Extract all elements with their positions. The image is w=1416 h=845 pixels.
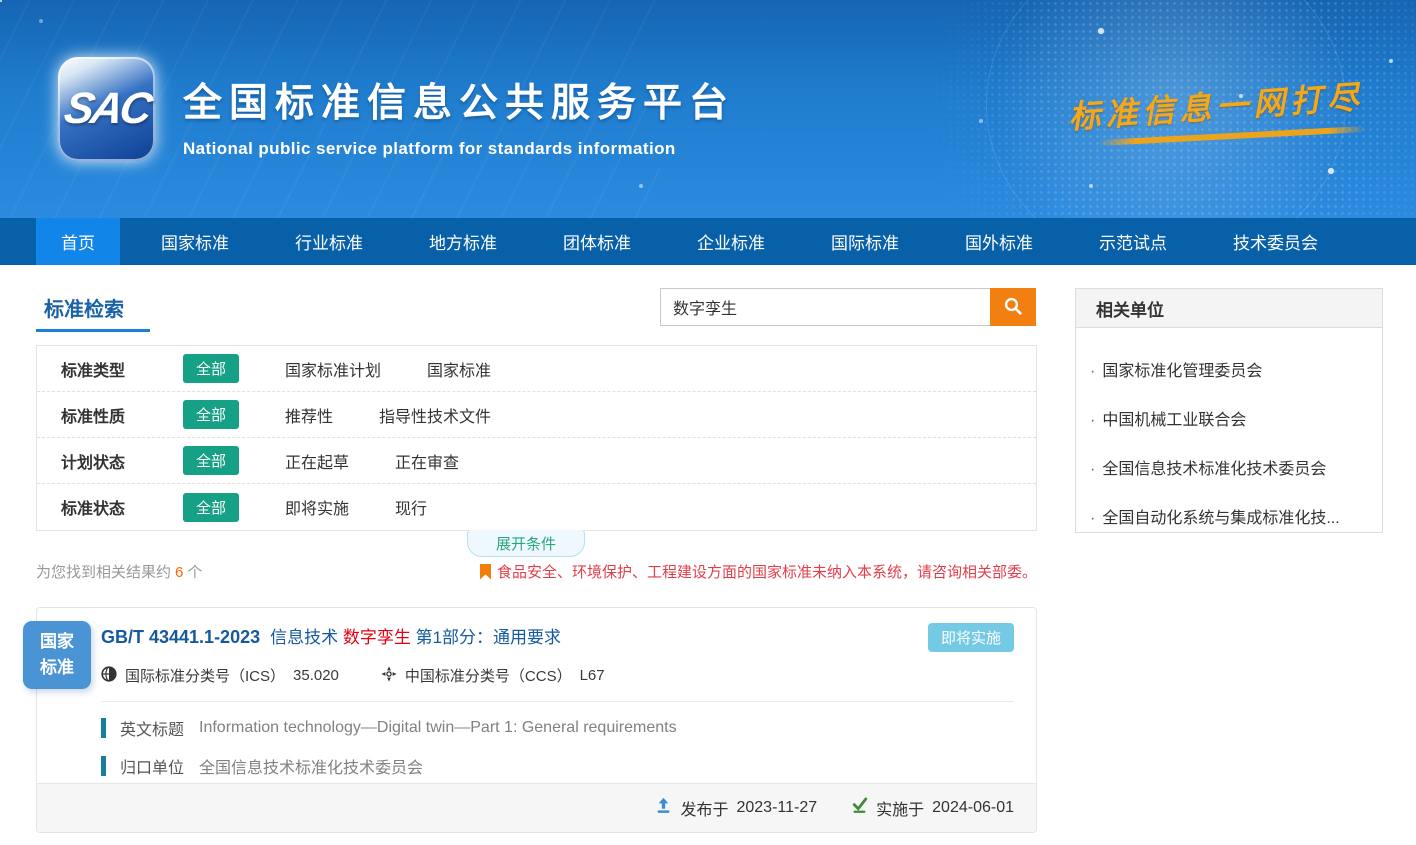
committee-row: 归口单位 全国信息技术标准化技术委员会 xyxy=(101,754,1036,778)
summary-prefix: 为您找到相关结果约 xyxy=(36,564,171,581)
row-accent-bar xyxy=(101,756,106,776)
sac-logo[interactable]: SAC xyxy=(58,57,155,161)
filter-row-standard-type: 标准类型 全部 国家标准计划 国家标准 xyxy=(37,346,1036,392)
nav-item-pilot[interactable]: 示范试点 xyxy=(1074,218,1192,265)
filter-option[interactable]: 即将实施 xyxy=(285,495,349,519)
filter-all-button[interactable]: 全部 xyxy=(183,400,239,429)
english-title-label: 英文标题 xyxy=(120,716,184,740)
search-input[interactable] xyxy=(660,288,990,326)
card-divider xyxy=(101,701,1014,702)
standard-result-card: 国家 标准 GB/T 43441.1-2023 信息技术 数字孪生 第1部分：通用… xyxy=(36,607,1037,833)
badge-line1: 国家 xyxy=(40,629,74,655)
english-title-value: Information technology—Digital twin—Part… xyxy=(199,719,677,737)
standard-title-post: 第1部分：通用要求 xyxy=(411,628,561,647)
related-unit-link[interactable]: 全国信息技术标准化技术委员会 xyxy=(1090,455,1366,479)
implement-date-item: 实施于 2024-06-01 xyxy=(851,796,1014,820)
filter-label: 标准类型 xyxy=(61,357,161,381)
ics-label: 国际标准分类号（ICS） xyxy=(125,665,285,686)
filter-row-standard-nature: 标准性质 全部 推荐性 指导性技术文件 xyxy=(37,392,1036,438)
summary-suffix: 个 xyxy=(187,564,202,581)
related-units-list: 国家标准化管理委员会 中国机械工业联合会 全国信息技术标准化技术委员会 全国自动… xyxy=(1076,328,1382,528)
bookmark-icon xyxy=(480,564,491,580)
page-title-underline xyxy=(36,329,150,332)
site-title-block: 全国标准信息公共服务平台 National public service pla… xyxy=(183,72,735,159)
page-title: 标准检索 xyxy=(44,293,124,322)
publish-icon xyxy=(655,797,672,819)
filter-label: 标准状态 xyxy=(61,495,161,519)
result-summary: 为您找到相关结果约6个 xyxy=(36,561,202,582)
card-header: GB/T 43441.1-2023 信息技术 数字孪生 第1部分：通用要求 即将实… xyxy=(37,608,1036,652)
sac-logo-text: SAC xyxy=(60,84,153,134)
nav-item-national-standards[interactable]: 国家标准 xyxy=(136,218,254,265)
filter-all-button[interactable]: 全部 xyxy=(183,446,239,475)
row-accent-bar xyxy=(101,718,106,738)
filter-option[interactable]: 国家标准计划 xyxy=(285,357,381,381)
filter-all-button[interactable]: 全部 xyxy=(183,493,239,522)
filter-option[interactable]: 国家标准 xyxy=(427,357,491,381)
filter-row-standard-status: 标准状态 全部 即将实施 现行 xyxy=(37,484,1036,530)
result-count: 6 xyxy=(171,564,187,581)
filter-row-plan-status: 计划状态 全部 正在起草 正在审查 xyxy=(37,438,1036,484)
nav-item-local-standards[interactable]: 地方标准 xyxy=(404,218,522,265)
filter-option[interactable]: 现行 xyxy=(395,495,427,519)
nav-item-foreign-standards[interactable]: 国外标准 xyxy=(940,218,1058,265)
related-units-panel: 相关单位 国家标准化管理委员会 中国机械工业联合会 全国信息技术标准化技术委员会… xyxy=(1075,288,1383,533)
implement-label: 实施于 xyxy=(876,796,924,820)
filter-option[interactable]: 正在审查 xyxy=(395,449,459,473)
nav-item-industry-standards[interactable]: 行业标准 xyxy=(270,218,388,265)
filter-panel: 标准类型 全部 国家标准计划 国家标准 标准性质 全部 推荐性 指导性技术文件 … xyxy=(36,345,1037,531)
standard-title-pre: 信息技术 xyxy=(270,628,343,647)
classification-row: 国际标准分类号（ICS） 35.020 中国标准分类号（CCS） L67 xyxy=(101,665,1036,686)
ccs-classification: 中国标准分类号（CCS） L67 xyxy=(381,665,605,686)
nav-item-international-standards[interactable]: 国际标准 xyxy=(806,218,924,265)
system-notice: 食品安全、环境保护、工程建设方面的国家标准未纳入本系统，请咨询相关部委。 xyxy=(480,561,1037,582)
standard-title-highlight: 数字孪生 xyxy=(343,628,411,647)
search-icon xyxy=(1003,296,1023,319)
related-unit-link[interactable]: 全国自动化系统与集成标准化技... xyxy=(1090,504,1366,528)
publish-label: 发布于 xyxy=(680,796,728,820)
committee-value: 全国信息技术标准化技术委员会 xyxy=(199,754,423,778)
ics-classification: 国际标准分类号（ICS） 35.020 xyxy=(101,665,339,686)
filter-label: 标准性质 xyxy=(61,403,161,427)
english-title-row: 英文标题 Information technology—Digital twin… xyxy=(101,716,1036,740)
filter-option[interactable]: 推荐性 xyxy=(285,403,333,427)
publish-date: 2023-11-27 xyxy=(736,799,817,817)
implement-check-icon xyxy=(851,797,868,819)
sparkle-decoration xyxy=(0,0,2,2)
implement-date: 2024-06-01 xyxy=(932,799,1014,817)
standard-title-link[interactable]: GB/T 43441.1-2023 信息技术 数字孪生 第1部分：通用要求 xyxy=(101,623,561,648)
ics-value: 35.020 xyxy=(293,667,339,684)
globe-icon xyxy=(101,666,117,686)
nav-item-group-standards[interactable]: 团体标准 xyxy=(538,218,656,265)
filter-option[interactable]: 正在起草 xyxy=(285,449,349,473)
ccs-value: L67 xyxy=(580,667,605,684)
ccs-label: 中国标准分类号（CCS） xyxy=(405,665,572,686)
site-title: 全国标准信息公共服务平台 xyxy=(183,72,735,128)
status-badge: 即将实施 xyxy=(928,623,1014,652)
publish-date-item: 发布于 2023-11-27 xyxy=(655,796,817,820)
card-footer: 发布于 2023-11-27 实施于 2024-06-01 xyxy=(37,783,1036,832)
nav-item-technical-committee[interactable]: 技术委员会 xyxy=(1208,218,1343,265)
filter-all-button[interactable]: 全部 xyxy=(183,354,239,383)
related-unit-link[interactable]: 国家标准化管理委员会 xyxy=(1090,357,1366,381)
expand-conditions-button[interactable]: 展开条件 xyxy=(467,530,585,557)
nav-item-enterprise-standards[interactable]: 企业标准 xyxy=(672,218,790,265)
result-summary-row: 为您找到相关结果约6个 食品安全、环境保护、工程建设方面的国家标准未纳入本系统，… xyxy=(36,561,1037,582)
committee-label: 归口单位 xyxy=(120,754,184,778)
nav-item-home[interactable]: 首页 xyxy=(36,218,120,265)
filter-label: 计划状态 xyxy=(61,449,161,473)
main-nav: 首页 国家标准 行业标准 地方标准 团体标准 企业标准 国际标准 国外标准 示范… xyxy=(0,218,1416,265)
filter-option[interactable]: 指导性技术文件 xyxy=(379,403,491,427)
site-subtitle: National public service platform for sta… xyxy=(183,139,735,159)
compass-icon xyxy=(381,666,397,686)
notice-text: 食品安全、环境保护、工程建设方面的国家标准未纳入本系统，请咨询相关部委。 xyxy=(497,561,1037,582)
search-box xyxy=(660,288,1036,326)
standard-type-badge: 国家 标准 xyxy=(23,621,91,689)
page-header: SAC 全国标准信息公共服务平台 National public service… xyxy=(0,0,1416,218)
search-button[interactable] xyxy=(990,288,1036,326)
badge-line2: 标准 xyxy=(40,655,74,681)
standard-code: GB/T 43441.1-2023 xyxy=(101,627,260,647)
related-unit-link[interactable]: 中国机械工业联合会 xyxy=(1090,406,1366,430)
related-units-title: 相关单位 xyxy=(1076,289,1382,328)
